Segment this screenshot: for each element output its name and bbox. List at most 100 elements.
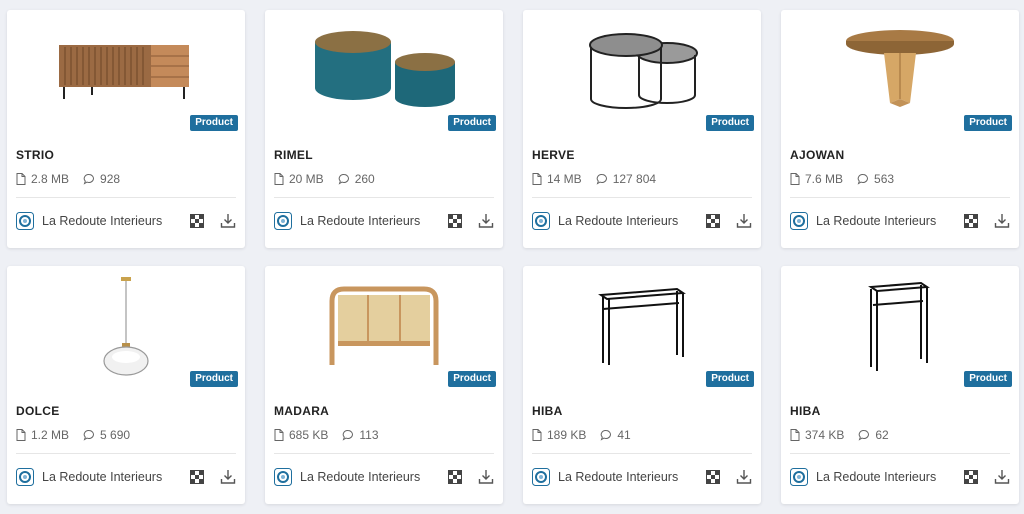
product-thumbnail[interactable]: [523, 10, 761, 132]
card-divider: [16, 197, 236, 198]
product-title[interactable]: STRIO: [16, 148, 54, 162]
download-icon[interactable]: [994, 469, 1010, 485]
author-link[interactable]: La Redoute Interieurs: [790, 212, 948, 230]
product-thumbnail[interactable]: [781, 266, 1019, 388]
product-badge: Product: [964, 115, 1012, 131]
download-icon[interactable]: [220, 469, 236, 485]
pouf-image: [315, 31, 455, 107]
product-card[interactable]: Product HIBA 374 KB 62 La Redoute Interi…: [781, 266, 1019, 504]
author-name: La Redoute Interieurs: [42, 470, 163, 484]
product-card[interactable]: Product AJOWAN 7.6 MB 563 La Redoute Int…: [781, 10, 1019, 248]
card-footer: La Redoute Interieurs: [16, 468, 236, 486]
product-title[interactable]: AJOWAN: [790, 148, 844, 162]
card-divider: [16, 453, 236, 454]
product-card[interactable]: Product HERVE 14 MB 127 804 La Redoute I…: [523, 10, 761, 248]
file-icon: [532, 173, 542, 185]
product-title[interactable]: HIBA: [790, 404, 821, 418]
file-size: 2.8 MB: [31, 172, 70, 186]
card-divider: [532, 197, 752, 198]
author-link[interactable]: La Redoute Interieurs: [532, 212, 690, 230]
card-footer: La Redoute Interieurs: [274, 468, 494, 486]
product-thumbnail[interactable]: [265, 10, 503, 132]
author-link[interactable]: La Redoute Interieurs: [274, 212, 432, 230]
product-title[interactable]: MADARA: [274, 404, 329, 418]
comment-icon: [858, 430, 870, 441]
product-card[interactable]: Product MADARA 685 KB 113 La Redoute Int…: [265, 266, 503, 504]
product-meta: 7.6 MB 563: [790, 172, 908, 186]
product-card[interactable]: Product DOLCE 1.2 MB 5 690 La Redoute In…: [7, 266, 245, 504]
card-footer: La Redoute Interieurs: [274, 212, 494, 230]
pendant-lamp-image: [103, 277, 149, 376]
author-link[interactable]: La Redoute Interieurs: [16, 212, 174, 230]
comment-icon: [83, 430, 94, 441]
card-footer: La Redoute Interieurs: [532, 212, 752, 230]
author-name: La Redoute Interieurs: [300, 214, 421, 228]
download-icon[interactable]: [478, 213, 494, 229]
product-title[interactable]: HERVE: [532, 148, 575, 162]
la-redoute-logo-icon: [16, 468, 34, 486]
product-grid: Product STRIO 2.8 MB 928 La Redoute Inte…: [7, 10, 1019, 504]
la-redoute-logo-icon: [790, 212, 808, 230]
la-redoute-logo-icon: [274, 468, 292, 486]
checkered-cube-icon[interactable]: [706, 470, 720, 484]
product-card[interactable]: Product RIMEL 20 MB 260 La Redoute Inter…: [265, 10, 503, 248]
checkered-cube-icon[interactable]: [190, 214, 204, 228]
download-icon[interactable]: [220, 213, 236, 229]
checkered-cube-icon[interactable]: [706, 214, 720, 228]
checkered-cube-icon[interactable]: [190, 470, 204, 484]
comment-icon: [83, 174, 94, 185]
card-divider: [532, 453, 752, 454]
view-count: 127 804: [612, 172, 657, 186]
checkered-cube-icon[interactable]: [448, 214, 462, 228]
card-divider: [790, 197, 1010, 198]
view-count: 5 690: [100, 428, 131, 442]
product-title[interactable]: HIBA: [532, 404, 563, 418]
file-icon: [16, 173, 26, 185]
author-link[interactable]: La Redoute Interieurs: [16, 468, 174, 486]
console-table-image: [598, 287, 686, 365]
author-link[interactable]: La Redoute Interieurs: [790, 468, 948, 486]
card-footer: La Redoute Interieurs: [790, 212, 1010, 230]
product-meta: 1.2 MB 5 690: [16, 428, 144, 442]
file-size: 374 KB: [805, 428, 845, 442]
card-divider: [274, 453, 494, 454]
author-name: La Redoute Interieurs: [816, 470, 937, 484]
product-thumbnail[interactable]: [781, 10, 1019, 132]
file-size: 7.6 MB: [805, 172, 844, 186]
la-redoute-logo-icon: [790, 468, 808, 486]
nesting-tables-image: [589, 33, 698, 109]
view-count: 563: [874, 172, 895, 186]
product-thumbnail[interactable]: [523, 266, 761, 388]
download-icon[interactable]: [736, 213, 752, 229]
product-meta: 2.8 MB 928: [16, 172, 134, 186]
product-meta: 14 MB 127 804: [532, 172, 670, 186]
author-name: La Redoute Interieurs: [558, 470, 679, 484]
product-title[interactable]: RIMEL: [274, 148, 313, 162]
console-table-image: [868, 281, 930, 371]
product-card[interactable]: Product STRIO 2.8 MB 928 La Redoute Inte…: [7, 10, 245, 248]
file-icon: [532, 429, 542, 441]
download-icon[interactable]: [994, 213, 1010, 229]
download-icon[interactable]: [736, 469, 752, 485]
product-card[interactable]: Product HIBA 189 KB 41 La Redoute Interi…: [523, 266, 761, 504]
checkered-cube-icon[interactable]: [964, 470, 978, 484]
author-name: La Redoute Interieurs: [558, 214, 679, 228]
view-count: 113: [359, 428, 379, 442]
product-thumbnail[interactable]: [7, 10, 245, 132]
checkered-cube-icon[interactable]: [964, 214, 978, 228]
comment-icon: [600, 430, 612, 441]
card-footer: La Redoute Interieurs: [532, 468, 752, 486]
product-thumbnail[interactable]: [265, 266, 503, 388]
headboard-image: [329, 286, 439, 365]
la-redoute-logo-icon: [16, 212, 34, 230]
author-link[interactable]: La Redoute Interieurs: [274, 468, 432, 486]
checkered-cube-icon[interactable]: [448, 470, 462, 484]
file-size: 685 KB: [289, 428, 329, 442]
product-thumbnail[interactable]: [7, 266, 245, 388]
product-title[interactable]: DOLCE: [16, 404, 60, 418]
product-meta: 20 MB 260: [274, 172, 389, 186]
file-icon: [790, 173, 800, 185]
download-icon[interactable]: [478, 469, 494, 485]
comment-icon: [342, 430, 354, 441]
author-link[interactable]: La Redoute Interieurs: [532, 468, 690, 486]
